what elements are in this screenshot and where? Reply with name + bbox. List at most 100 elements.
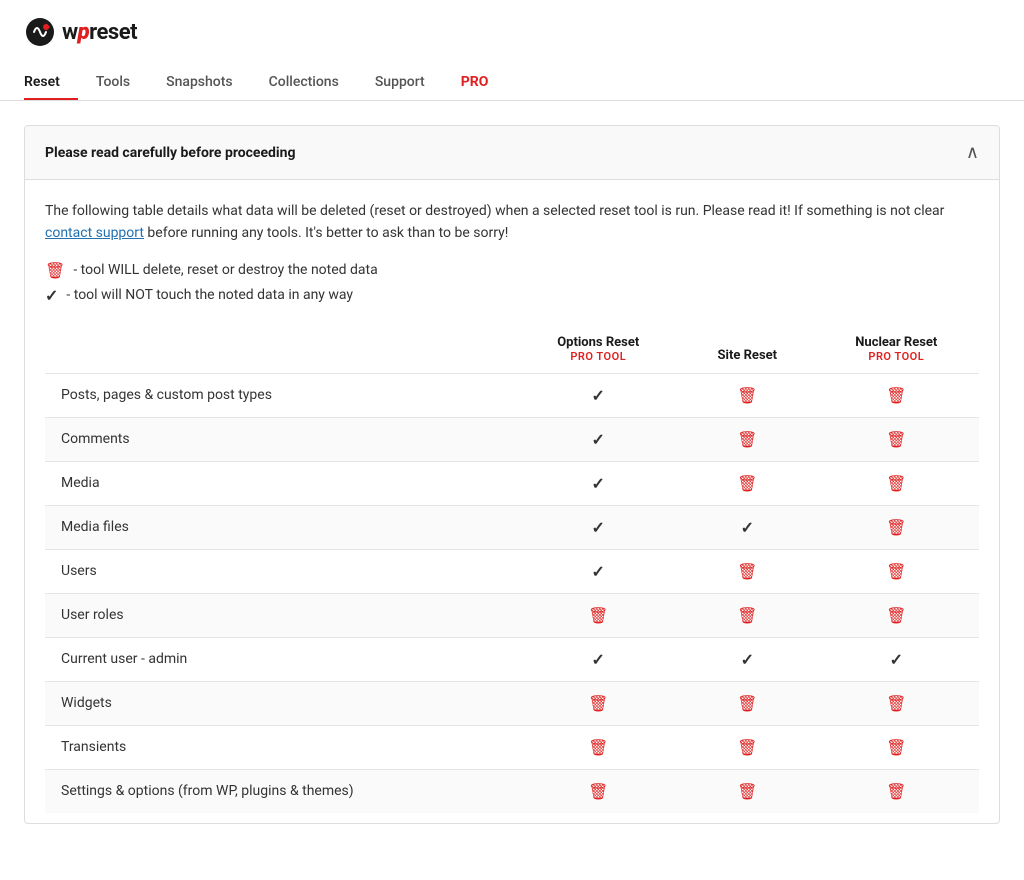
row-label: Widgets [45,681,516,725]
table-row: Widgets 🗑 🗑 🗑 [45,681,979,725]
trash-icon: 🗑 [737,562,757,581]
row-options_reset: 🗑 [516,769,681,813]
row-site_reset: ✓ [681,637,814,681]
header: wpreset ResetToolsSnapshotsCollectionsSu… [0,0,1024,101]
row-options_reset: ✓ [516,549,681,593]
row-nuclear_reset: 🗑 [814,549,979,593]
legend-check-text: - tool will NOT touch the noted data in … [66,287,353,303]
trash-icon: 🗑 [588,782,608,801]
row-nuclear_reset: 🗑 [814,505,979,549]
info-box-body: The following table details what data wi… [25,180,999,823]
trash-icon: 🗑 [886,518,906,537]
row-site_reset: 🗑 [681,769,814,813]
table-row: Settings & options (from WP, plugins & t… [45,769,979,813]
row-options_reset: 🗑 [516,725,681,769]
trash-icon: 🗑 [737,606,757,625]
table-row: Comments✓🗑🗑 [45,417,979,461]
check-icon: ✓ [592,562,605,581]
info-box-header[interactable]: Please read carefully before proceeding … [25,126,999,180]
trash-icon: 🗑 [588,738,608,757]
col-header-item [45,325,516,374]
nav-item-reset[interactable]: Reset [24,64,78,100]
contact-support-link[interactable]: contact support [45,225,144,241]
table-row: Media ✓ 🗑 🗑 [45,461,979,505]
table-row: Current user - admin ✓ ✓ ✓ [45,637,979,681]
nav-item-pro[interactable]: PRO [443,64,507,100]
logo: wpreset [24,16,1000,48]
table-row: Transients🗑🗑🗑 [45,725,979,769]
nav-item-support[interactable]: Support [357,64,443,100]
col-header-site-reset: Site Reset [681,325,814,374]
row-nuclear_reset: 🗑 [814,417,979,461]
row-options_reset: ✓ [516,461,681,505]
row-site_reset: ✓ [681,505,814,549]
trash-icon: 🗑 [886,606,906,625]
col-header-nuclear-reset: Nuclear Reset PRO TOOL [814,325,979,374]
nav-item-snapshots[interactable]: Snapshots [148,64,250,100]
row-options_reset: 🗑 [516,593,681,637]
row-label: Current user - admin [45,637,516,681]
nav-item-tools[interactable]: Tools [78,64,148,100]
row-options_reset: ✓ [516,373,681,417]
info-box: Please read carefully before proceeding … [24,125,1000,824]
logo-text: wpreset [62,20,137,45]
trash-icon: 🗑 [886,562,906,581]
trash-icon: 🗑 [886,430,906,449]
row-label: User roles [45,593,516,637]
trash-icon: 🗑 [588,606,608,625]
row-site_reset: 🗑 [681,461,814,505]
legend-trash-text: - tool WILL delete, reset or destroy the… [73,262,377,278]
trash-icon: 🗑 [737,782,757,801]
row-label: Settings & options (from WP, plugins & t… [45,769,516,813]
row-nuclear_reset: 🗑 [814,681,979,725]
info-paragraph: The following table details what data wi… [45,200,979,245]
check-icon: ✓ [890,650,903,669]
row-label: Media [45,461,516,505]
trash-icon: 🗑 [886,474,906,493]
table-row: Media files ✓ ✓ 🗑 [45,505,979,549]
trash-icon: 🗑 [588,694,608,713]
row-site_reset: 🗑 [681,593,814,637]
row-site_reset: 🗑 [681,725,814,769]
table-row: Users ✓ 🗑 🗑 [45,549,979,593]
trash-legend-icon: 🗑 [45,261,65,280]
chevron-up-icon: ∧ [966,142,979,163]
row-site_reset: 🗑 [681,549,814,593]
check-legend-icon: ✓ [45,286,58,305]
info-box-title: Please read carefully before proceeding [45,145,295,161]
check-icon: ✓ [592,430,605,449]
main-nav: ResetToolsSnapshotsCollectionsSupportPRO [24,64,1000,100]
legend: 🗑 - tool WILL delete, reset or destroy t… [45,261,979,305]
row-options_reset: ✓ [516,637,681,681]
check-icon: ✓ [592,474,605,493]
trash-icon: 🗑 [737,430,757,449]
row-nuclear_reset: 🗑 [814,373,979,417]
check-icon: ✓ [741,650,754,669]
logo-icon [24,16,56,48]
main-content: Please read carefully before proceeding … [0,101,1024,848]
trash-icon: 🗑 [886,694,906,713]
row-site_reset: 🗑 [681,681,814,725]
row-nuclear_reset: ✓ [814,637,979,681]
row-options_reset: 🗑 [516,681,681,725]
trash-icon: 🗑 [737,694,757,713]
trash-icon: 🗑 [737,738,757,757]
row-label: Transients [45,725,516,769]
trash-icon: 🗑 [737,474,757,493]
check-icon: ✓ [592,650,605,669]
trash-icon: 🗑 [886,386,906,405]
nav-item-collections[interactable]: Collections [251,64,357,100]
col-header-options-reset: Options Reset PRO TOOL [516,325,681,374]
row-site_reset: 🗑 [681,417,814,461]
check-icon: ✓ [592,518,605,537]
trash-icon: 🗑 [886,782,906,801]
row-label: Media files [45,505,516,549]
row-options_reset: ✓ [516,505,681,549]
row-site_reset: 🗑 [681,373,814,417]
table-row: Posts, pages & custom post types✓🗑🗑 [45,373,979,417]
row-label: Users [45,549,516,593]
row-nuclear_reset: 🗑 [814,593,979,637]
row-label: Posts, pages & custom post types [45,373,516,417]
row-nuclear_reset: 🗑 [814,461,979,505]
table-row: User roles 🗑 🗑 🗑 [45,593,979,637]
